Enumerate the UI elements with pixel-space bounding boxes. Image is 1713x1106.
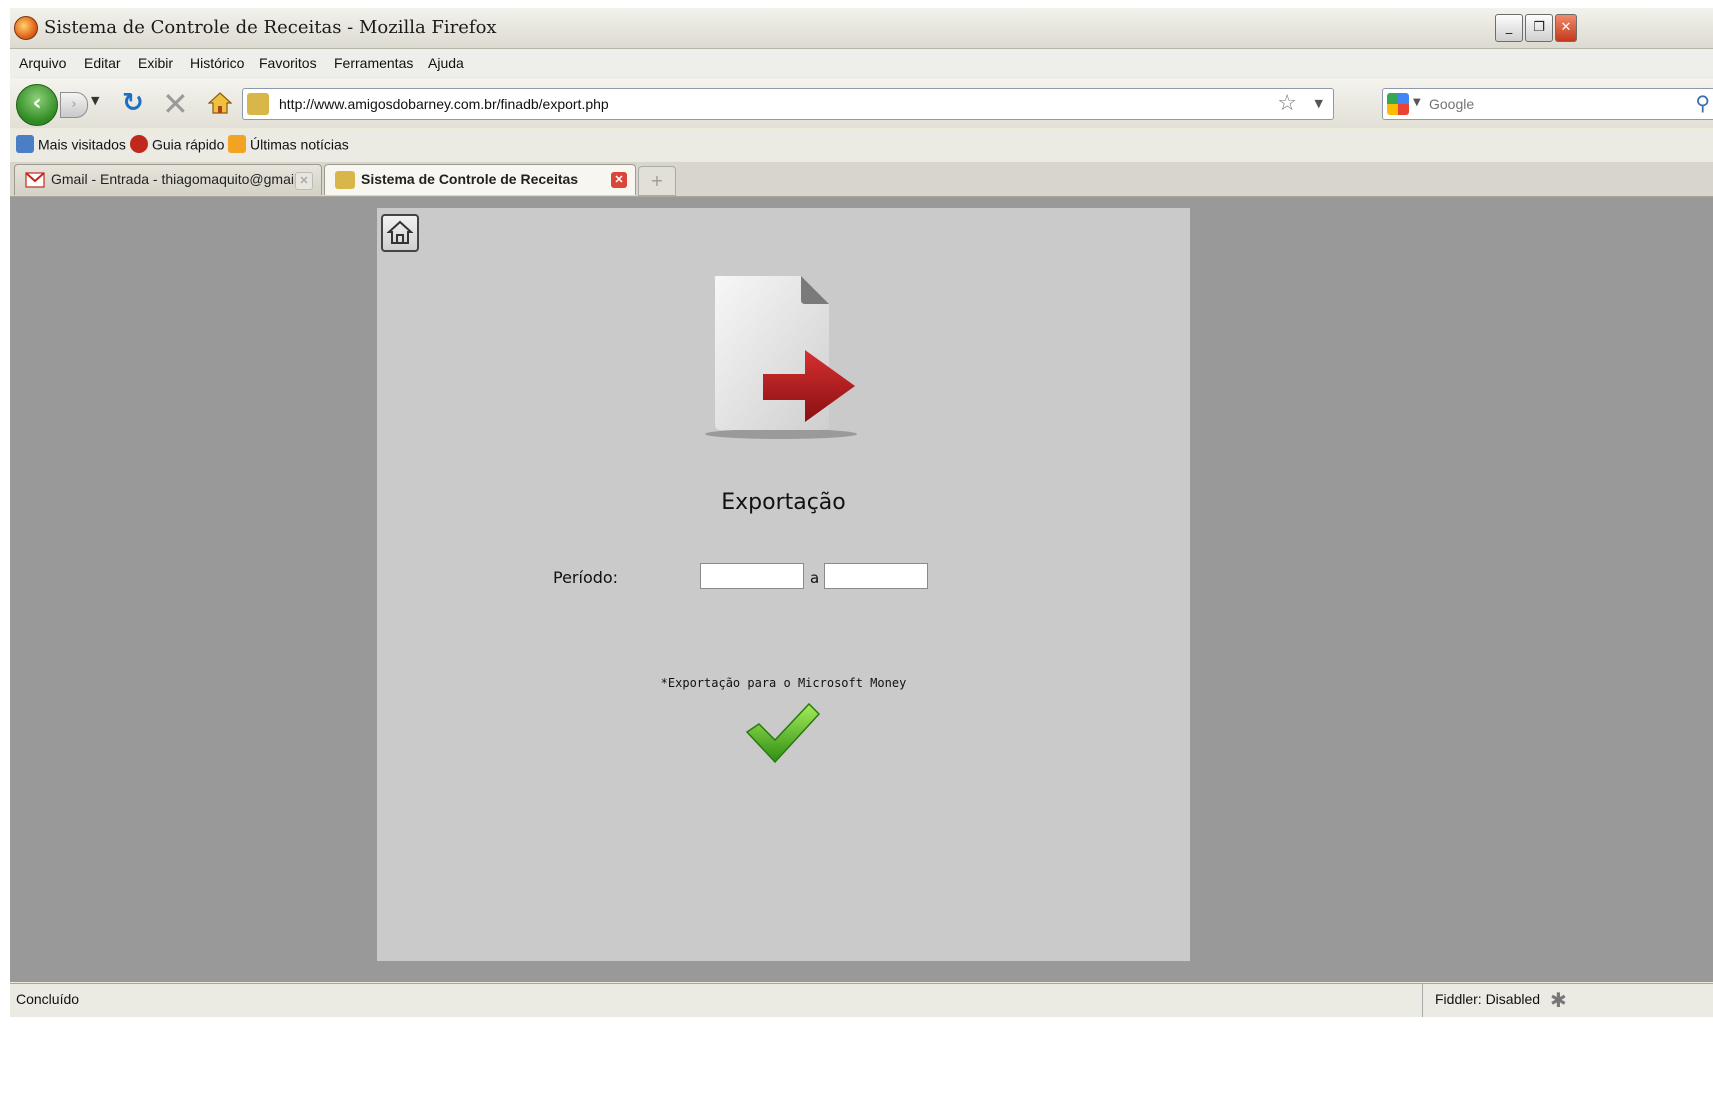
home-icon[interactable]	[381, 214, 419, 252]
menu-ajuda[interactable]: Ajuda	[428, 55, 464, 71]
tab-sistema-close-icon[interactable]: ✕	[611, 172, 627, 188]
search-bar[interactable]: ▼ ⚲	[1382, 88, 1713, 120]
menu-bar: Arquivo Editar Exibir Histórico Favorito…	[10, 49, 1713, 77]
new-tab-button[interactable]: +	[638, 166, 676, 196]
export-note: *Exportação para o Microsoft Money	[660, 676, 907, 690]
rss-feed-icon	[228, 135, 246, 154]
google-icon[interactable]	[1387, 93, 1409, 115]
reload-icon[interactable]: ↻	[122, 88, 144, 118]
fiddler-status[interactable]: Fiddler: Disabled	[1422, 984, 1548, 1017]
page-title: Exportação	[721, 490, 846, 515]
navigation-toolbar: ‹ › ▼ ↻ ✕ ☆ ▼ ▼ ⚲	[10, 78, 1713, 128]
tab-sistema-label: Sistema de Controle de Receitas	[361, 171, 579, 187]
tab-gmail[interactable]: Gmail - Entrada - thiagomaquito@gmail...…	[14, 164, 322, 195]
period-label: Período:	[553, 568, 619, 587]
addon-status-icon[interactable]: ✱	[1550, 988, 1567, 1013]
site-favicon-icon	[247, 93, 269, 115]
period-separator: a	[810, 569, 820, 587]
tab-gmail-close-icon[interactable]: ✕	[295, 172, 313, 190]
firefox-logo-icon	[14, 16, 38, 40]
bookmarks-bar: Mais visitados Guia rápido Últimas notíc…	[10, 129, 1713, 161]
page-viewport: Exportação Período: a *Exportação para o…	[10, 197, 1713, 982]
address-bar[interactable]: ☆ ▼	[242, 88, 1334, 120]
url-input[interactable]	[277, 92, 1181, 116]
tab-gmail-label: Gmail - Entrada - thiagomaquito@gmail...…	[51, 171, 313, 187]
browser-window: Sistema de Controle de Receitas - Mozill…	[10, 8, 1713, 1106]
menu-ferramentas[interactable]: Ferramentas	[334, 55, 413, 71]
export-panel: Exportação Período: a *Exportação para o…	[377, 208, 1190, 961]
stop-icon[interactable]: ✕	[162, 85, 189, 123]
star-icon[interactable]: ☆	[1277, 91, 1297, 116]
menu-exibir[interactable]: Exibir	[138, 55, 173, 71]
bookmark-mais-visitados[interactable]: Mais visitados	[16, 135, 126, 155]
title-bar: Sistema de Controle de Receitas - Mozill…	[10, 8, 1713, 49]
tab-sistema[interactable]: Sistema de Controle de Receitas ✕	[324, 164, 636, 195]
back-arrow-icon[interactable]: ‹	[16, 84, 58, 126]
minimize-button[interactable]: _	[1495, 14, 1523, 42]
tab-strip: Gmail - Entrada - thiagomaquito@gmail...…	[10, 162, 1713, 197]
export-document-icon	[705, 276, 857, 439]
menu-editar[interactable]: Editar	[84, 55, 121, 71]
close-button[interactable]: ✕	[1555, 14, 1577, 42]
restore-button[interactable]: ❐	[1525, 14, 1553, 42]
gmail-icon	[25, 172, 45, 188]
firefox-guide-icon	[130, 135, 148, 154]
checkmark-icon[interactable]	[745, 702, 821, 764]
bookmark-ultimas-noticias[interactable]: Últimas notícias	[228, 135, 349, 155]
bookmark-guia-rapido[interactable]: Guia rápido	[130, 135, 224, 155]
bookmark-folder-icon	[16, 135, 34, 154]
date-to-input[interactable]	[824, 563, 928, 589]
status-text: Concluído	[16, 991, 80, 1007]
date-from-input[interactable]	[700, 563, 804, 589]
search-engine-dropdown-icon[interactable]: ▼	[1413, 97, 1421, 108]
desktop-area	[10, 1017, 1713, 1106]
home-icon[interactable]	[208, 92, 232, 114]
forward-arrow-icon[interactable]: ›	[60, 92, 88, 118]
magnifier-icon[interactable]: ⚲	[1695, 91, 1710, 115]
window-title: Sistema de Controle de Receitas - Mozill…	[44, 17, 497, 38]
site-favicon-icon	[335, 171, 355, 189]
url-dropdown-icon[interactable]: ▼	[1315, 97, 1323, 110]
history-dropdown-icon[interactable]: ▼	[91, 94, 99, 107]
menu-favoritos[interactable]: Favoritos	[259, 55, 317, 71]
status-bar: Concluído Fiddler: Disabled ✱	[10, 983, 1713, 1017]
menu-arquivo[interactable]: Arquivo	[19, 55, 66, 71]
search-input[interactable]	[1427, 92, 1661, 116]
menu-historico[interactable]: Histórico	[190, 55, 244, 71]
